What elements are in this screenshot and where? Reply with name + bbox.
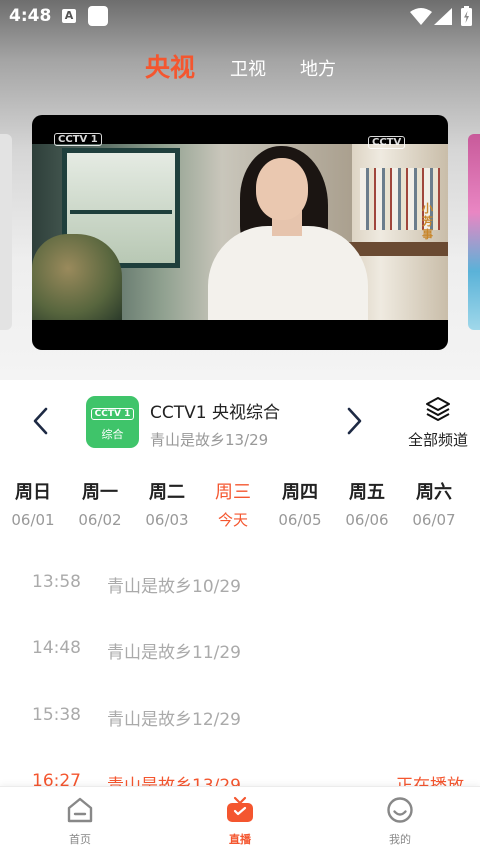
program-row[interactable]: 14:48 青山是故乡11/29 — [0, 628, 480, 668]
wifi-icon — [410, 8, 432, 25]
program-schedule[interactable]: 13:58 青山是故乡10/29 14:48 青山是故乡11/29 15:38 … — [0, 548, 480, 788]
day-name: 周三 — [215, 482, 251, 503]
status-bar: 4:48 A — [0, 0, 480, 34]
day-name: 周二 — [149, 482, 185, 503]
nav-mine[interactable]: 我的 — [360, 787, 440, 853]
cctv-watermark-left: CCTV 1 — [54, 132, 102, 146]
carousel-prev-card[interactable] — [0, 134, 12, 330]
program-row[interactable]: 13:58 青山是故乡10/29 — [0, 562, 480, 602]
cctv-watermark-right: CCTV — [368, 135, 406, 149]
day-date: 06/05 — [278, 511, 322, 529]
program-time: 15:38 — [32, 705, 81, 725]
program-time: 14:48 — [32, 638, 81, 658]
day-name: 周日 — [15, 482, 51, 503]
channel-logo: CCTV 1 综合 — [86, 396, 139, 448]
nav-live-label: 直播 — [229, 833, 251, 846]
channel-logo-sub: 综合 — [101, 428, 124, 441]
video-scene-text: 小芳事 — [422, 202, 433, 241]
video-scene-plant — [32, 234, 122, 320]
day-date: 06/02 — [78, 511, 122, 529]
smiley-icon — [387, 797, 413, 823]
program-row-live[interactable]: 16:27 青山是故乡13/29 正在播放 — [0, 761, 480, 788]
day-name: 周四 — [282, 482, 318, 503]
cctv-watermark-right-label: CCTV — [368, 136, 406, 149]
cctv-watermark-left-label: CCTV 1 — [54, 133, 102, 146]
tab-local[interactable]: 地方 — [300, 55, 336, 81]
program-title: 青山是故乡11/29 — [107, 643, 241, 663]
home-icon — [67, 797, 93, 823]
day-date: 06/06 — [345, 511, 389, 529]
channel-bar: CCTV 1 综合 CCTV1 央视综合 青山是故乡13/29 全部频道 — [0, 380, 480, 460]
prev-channel-chevron-left-icon[interactable] — [29, 406, 53, 436]
day-thursday[interactable]: 周四 06/05 — [270, 476, 330, 536]
day-monday[interactable]: 周一 06/02 — [70, 476, 130, 536]
carousel-next-card[interactable] — [468, 134, 480, 330]
all-channels-button[interactable]: 全部频道 — [405, 396, 471, 452]
day-name: 周一 — [82, 482, 118, 503]
day-sunday[interactable]: 周日 06/01 — [3, 476, 63, 536]
layers-icon — [426, 397, 450, 421]
next-channel-chevron-right-icon[interactable] — [342, 406, 366, 436]
video-frame[interactable]: 小芳事 — [32, 144, 448, 320]
tab-cctv[interactable]: 央视 — [145, 48, 195, 84]
program-title: 青山是故乡10/29 — [107, 577, 241, 597]
program-title: 青山是故乡12/29 — [107, 710, 241, 730]
day-saturday[interactable]: 周六 06/07 — [404, 476, 464, 536]
day-date: 06/07 — [412, 511, 456, 529]
day-selector: 周日 06/01 周一 06/02 周二 06/03 周三 今天 周四 06/0… — [0, 476, 480, 536]
top-tabs: 央视 卫视 地方 — [0, 46, 480, 86]
day-name: 周六 — [416, 482, 452, 503]
tv-icon — [227, 796, 253, 822]
top-area: 4:48 A 央视 卫视 地方 小芳事 CCTV 1 CCTV — [0, 0, 480, 380]
video-scene-face — [256, 158, 308, 220]
day-wednesday-today[interactable]: 周三 今天 — [203, 476, 263, 536]
channel-logo-mark: CCTV 1 — [91, 408, 134, 420]
video-scene-window-bar — [70, 210, 172, 214]
day-date: 06/03 — [145, 511, 189, 529]
video-scene-body — [208, 226, 368, 320]
day-friday[interactable]: 周五 06/06 — [337, 476, 397, 536]
notification-a-icon: A — [62, 9, 76, 23]
day-name: 周五 — [349, 482, 385, 503]
battery-icon — [461, 6, 472, 26]
signal-icon — [434, 8, 452, 25]
all-channels-label: 全部频道 — [407, 431, 468, 449]
day-date: 今天 — [217, 511, 248, 529]
square-notification-icon — [88, 6, 108, 26]
channel-name: CCTV1 央视综合 — [150, 403, 280, 423]
video-player[interactable]: 小芳事 CCTV 1 CCTV — [32, 115, 448, 350]
nav-home-label: 首页 — [69, 833, 91, 846]
bottom-nav: 首页 直播 我的 — [0, 786, 480, 853]
day-date: 06/01 — [11, 511, 55, 529]
nav-mine-label: 我的 — [389, 833, 411, 846]
nav-home[interactable]: 首页 — [40, 787, 120, 853]
program-row[interactable]: 15:38 青山是故乡12/29 — [0, 695, 480, 735]
day-tuesday[interactable]: 周二 06/03 — [137, 476, 197, 536]
program-time: 13:58 — [32, 572, 81, 592]
tab-satellite[interactable]: 卫视 — [230, 55, 266, 81]
status-time: 4:48 — [9, 6, 52, 26]
nav-live[interactable]: 直播 — [200, 787, 280, 853]
channel-current-program: 青山是故乡13/29 — [150, 431, 269, 449]
